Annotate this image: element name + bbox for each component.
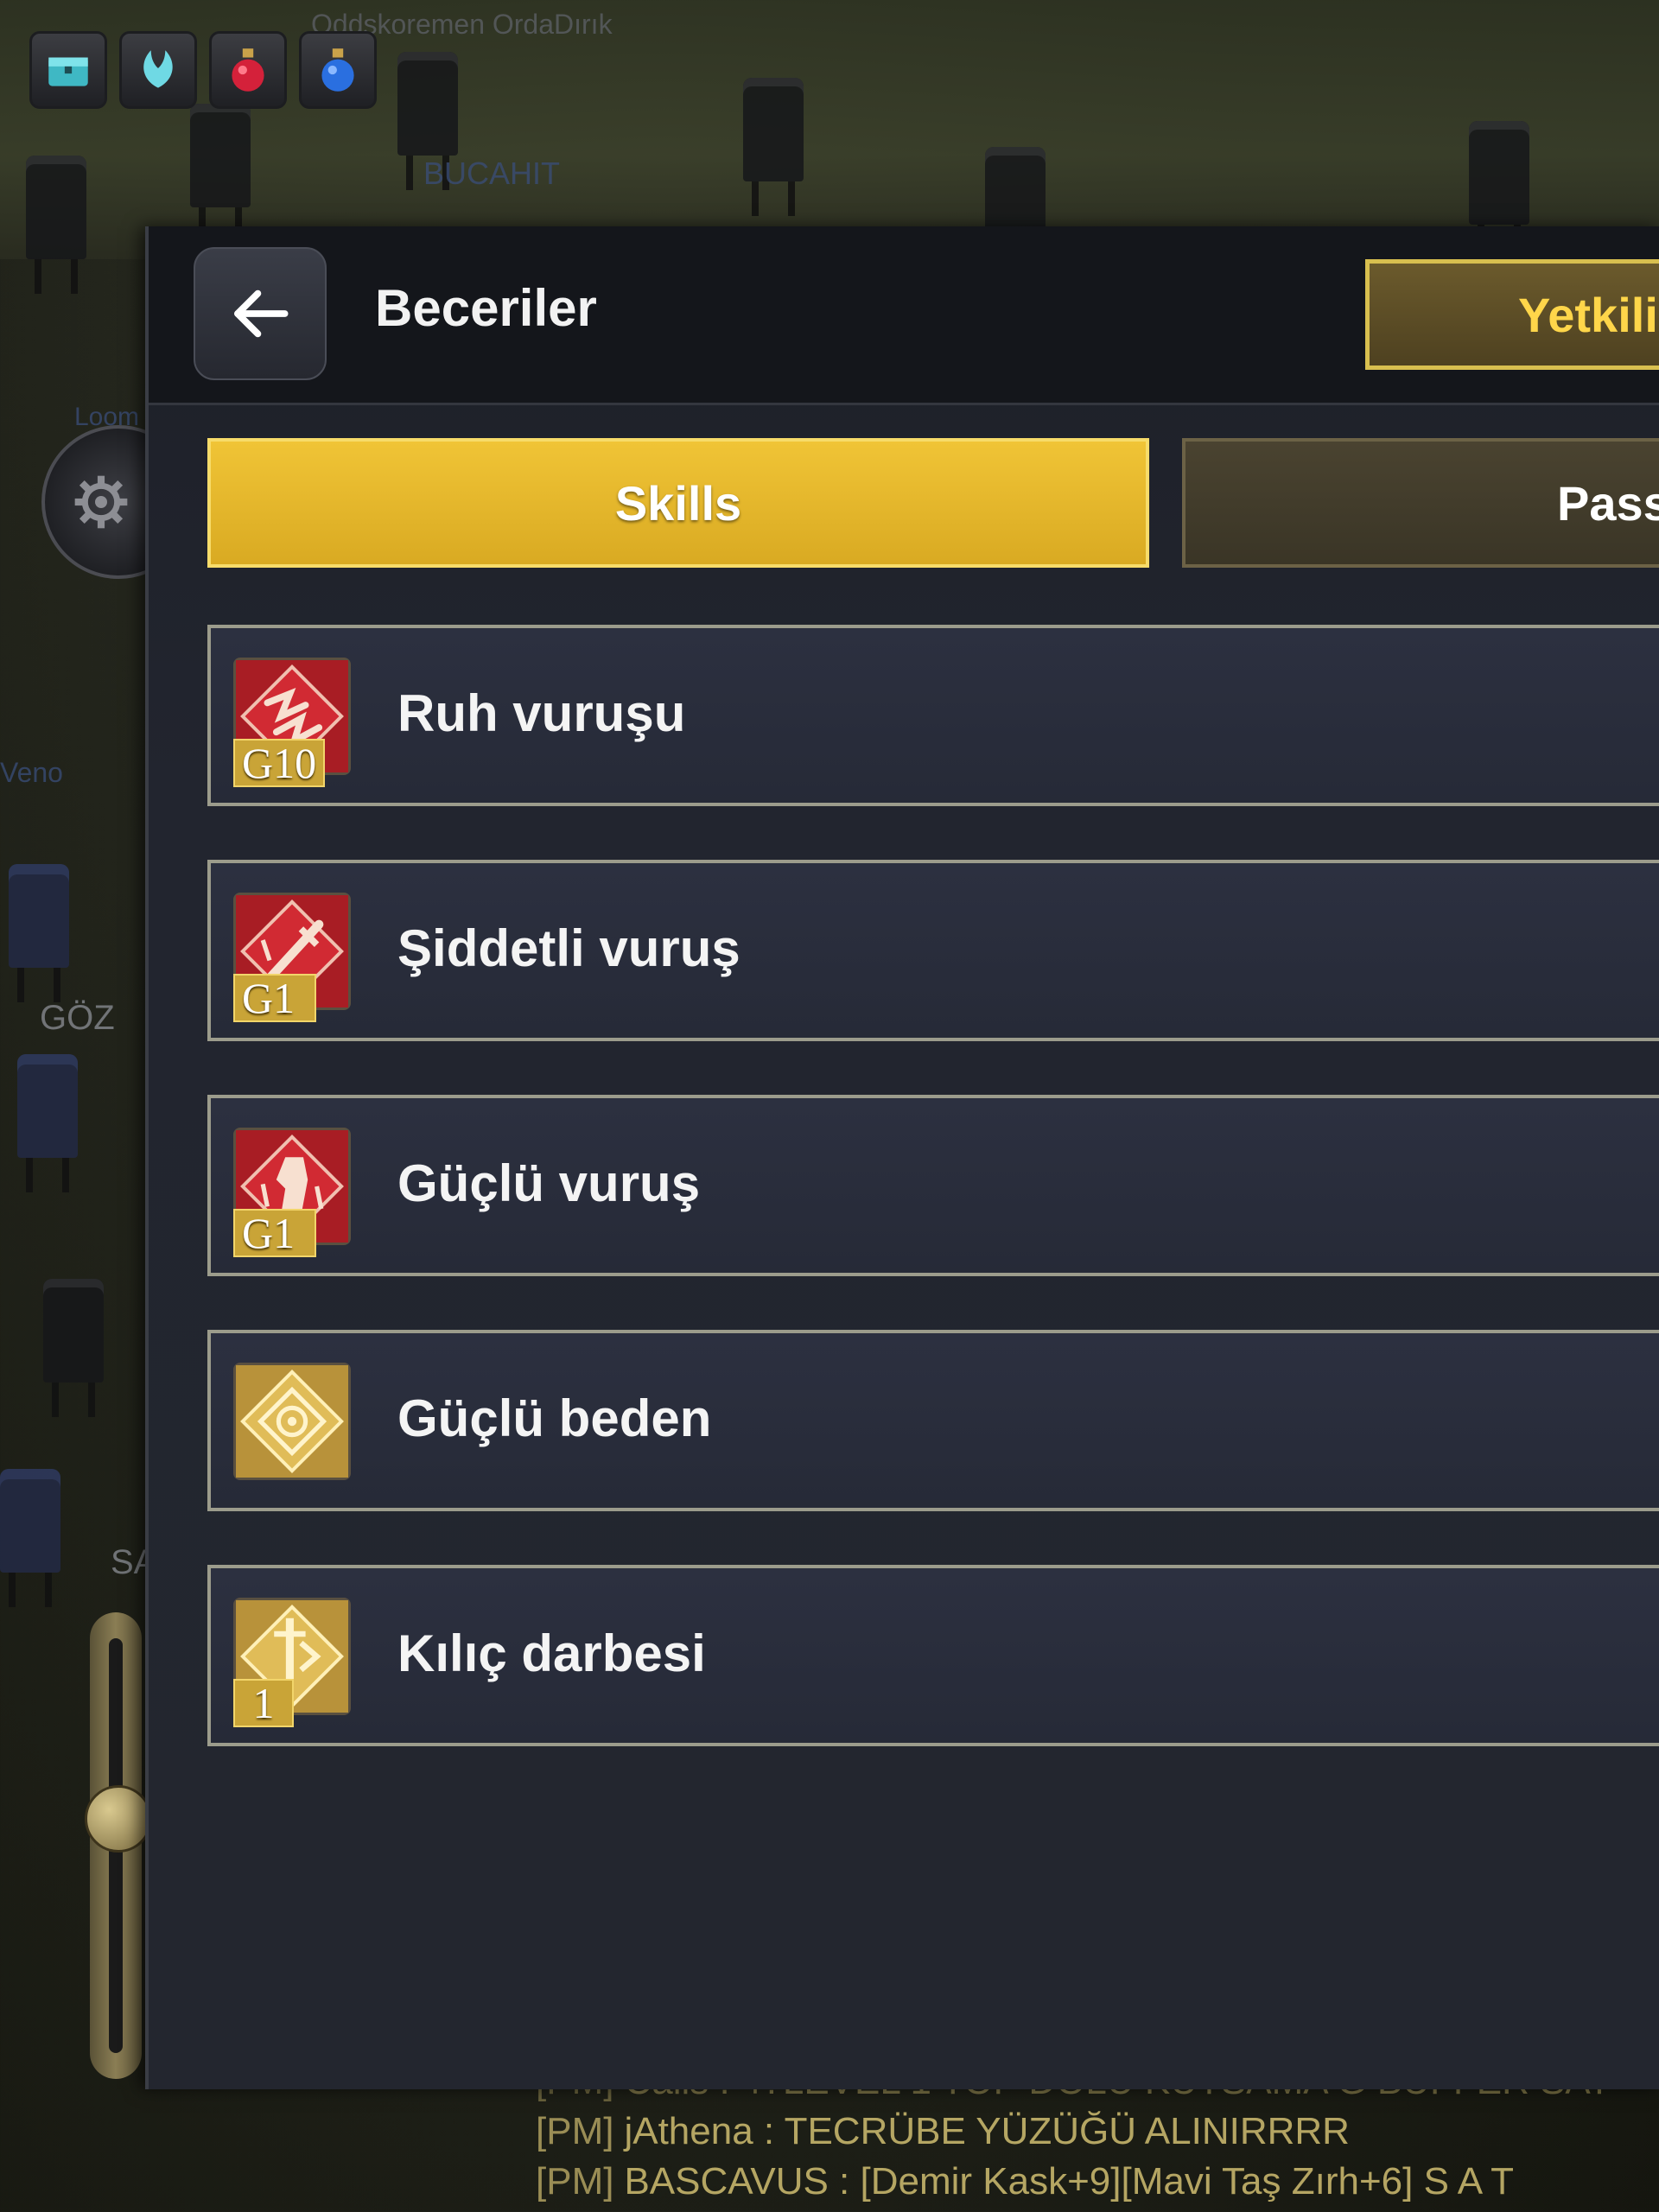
chat-tag: [PM] (536, 2160, 614, 2202)
skill-row[interactable]: 1 Kılıç darbesi (207, 1565, 1659, 1746)
skill-name: Güçlü beden (397, 1389, 712, 1447)
tab-passive[interactable]: Pass (1182, 438, 1659, 568)
statue (17, 1054, 78, 1192)
statue (1469, 121, 1529, 259)
statue (743, 78, 804, 216)
gear-icon (74, 475, 128, 529)
slider-knob[interactable] (85, 1785, 152, 1853)
quick-item-bar (29, 31, 377, 109)
grade-badge: G1 (233, 1209, 316, 1257)
grade-badge: G10 (233, 739, 326, 787)
tab-passive-label: Pass (1557, 475, 1659, 531)
chat-text: jAthena : TECRÜBE YÜZÜĞÜ ALINIRRRR (624, 2110, 1350, 2152)
skill-row[interactable]: Güçlü beden (207, 1330, 1659, 1511)
tab-skills-label: Skills (614, 475, 742, 531)
vertical-slider[interactable] (85, 1612, 152, 2079)
skill-name: Şiddetli vuruş (397, 919, 741, 977)
panel-header: Beceriler Yetkili (149, 226, 1659, 403)
skill-name: Ruh vuruşu (397, 684, 686, 742)
skills-panel: Beceriler Yetkili Skills Pass G10 Ruh vu… (145, 226, 1659, 2089)
grade-badge: G1 (233, 974, 316, 1022)
tab-skills[interactable]: Skills (207, 438, 1149, 568)
skill-row[interactable]: G1 Güçlü vuruş (207, 1095, 1659, 1276)
statue (190, 104, 251, 242)
skill-name: Güçlü vuruş (397, 1154, 701, 1212)
blue-potion-icon[interactable] (299, 31, 377, 109)
world-label: GÖZ (40, 999, 115, 1037)
statue (397, 52, 458, 190)
chat-text: BASCAVUS : [Demir Kask+9][Mavi Taş Zırh+… (624, 2160, 1514, 2202)
statue (9, 864, 69, 1002)
skill-list: G10 Ruh vuruşu G1 Şiddetli vuruş G1 Güçl… (207, 625, 1659, 1800)
world-label: Veno (0, 757, 63, 788)
chat-tag: [PM] (536, 2110, 614, 2152)
strong-body-icon (233, 1363, 351, 1480)
authorized-button[interactable]: Yetkili (1365, 259, 1659, 370)
red-potion-icon[interactable] (209, 31, 287, 109)
grade-badge: 1 (233, 1679, 294, 1727)
skill-row[interactable]: G10 Ruh vuruşu (207, 625, 1659, 806)
world-label: BUCAHIT (423, 156, 561, 191)
chat-line: [PM] BASCAVUS : [Demir Kask+9][Mavi Taş Z… (536, 2157, 1659, 2207)
panel-body: Skills Pass G10 Ruh vuruşu G1 Şiddetli v… (149, 403, 1659, 2089)
statue (0, 1469, 60, 1607)
chat-line: [PM] jAthena : TECRÜBE YÜZÜĞÜ ALINIRRRR (536, 2107, 1659, 2157)
skill-row[interactable]: G1 Şiddetli vuruş (207, 860, 1659, 1041)
statue (43, 1279, 104, 1417)
back-button[interactable] (194, 247, 327, 380)
authorized-button-label: Yetkili (1518, 287, 1658, 342)
statue (26, 156, 86, 294)
arrow-left-icon (234, 289, 289, 338)
page-title: Beceriler (375, 279, 597, 337)
skill-name: Kılıç darbesi (397, 1624, 706, 1682)
chest-icon[interactable] (29, 31, 107, 109)
wing-icon[interactable] (119, 31, 197, 109)
